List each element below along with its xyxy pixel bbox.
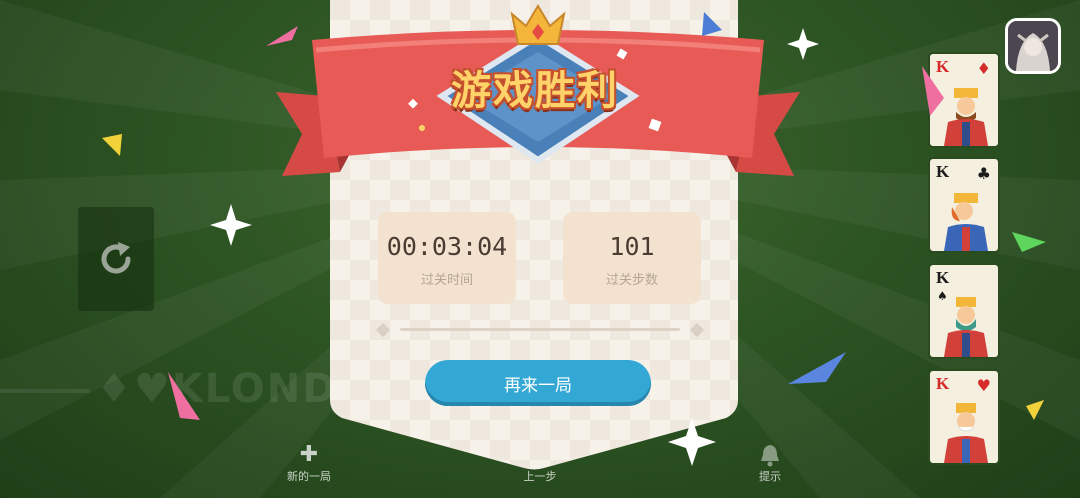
hint-label: 提示	[759, 470, 781, 483]
foundation-card-hearts[interactable]: K ♥	[928, 369, 1000, 465]
play-again-button[interactable]: 再来一局	[425, 360, 651, 406]
avatar-image	[1008, 21, 1058, 71]
foundation-card-clubs[interactable]: K ♣	[928, 157, 1000, 253]
player-avatar[interactable]	[1005, 18, 1061, 74]
king-figure	[944, 88, 988, 146]
diamond-icon: ♦	[976, 59, 991, 78]
card-rank: K	[936, 268, 950, 287]
watermark-line	[0, 389, 90, 393]
moves-value: 101	[609, 232, 655, 261]
card-rank: K	[936, 162, 950, 181]
hint-button[interactable]: 提示	[730, 442, 810, 484]
heart-icon: ♥	[976, 376, 991, 395]
card-rank: K	[936, 57, 950, 76]
undo-label: 上一步	[523, 470, 557, 483]
foundation-card-diamonds[interactable]: K ♦	[928, 52, 1000, 148]
refresh-button[interactable]	[78, 207, 154, 311]
time-label: 过关时间	[420, 273, 473, 288]
moves-label: 过关步数	[605, 273, 658, 288]
victory-title: 游戏胜利	[451, 68, 619, 114]
bell-icon	[730, 442, 810, 468]
king-figure	[944, 403, 988, 463]
new-game-label: 新的一局	[287, 470, 331, 483]
card-rank: K	[936, 374, 950, 393]
time-stat: 00:03:04 过关时间	[378, 212, 516, 304]
crown-icon	[510, 4, 566, 45]
king-figure	[944, 297, 988, 357]
divider	[400, 328, 680, 331]
club-icon: ♣	[976, 164, 991, 183]
refresh-icon	[101, 242, 131, 274]
moves-stat: 101 过关步数	[563, 212, 701, 304]
foundation-card-spades[interactable]: K ♠	[928, 263, 1000, 359]
king-figure	[944, 193, 988, 251]
time-value: 00:03:04	[386, 232, 508, 261]
